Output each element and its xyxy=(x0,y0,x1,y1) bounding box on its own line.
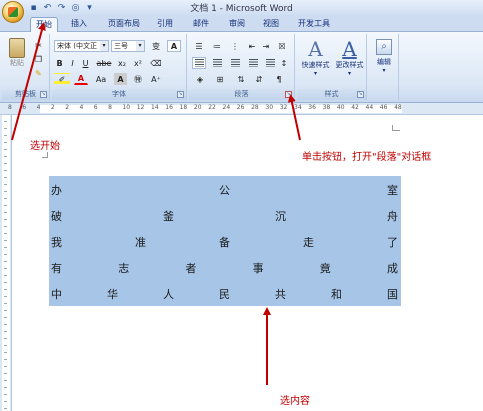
arrow-to-paragraph-launcher xyxy=(287,94,301,141)
office-button[interactable] xyxy=(2,1,24,23)
office-logo-icon xyxy=(8,7,18,17)
annotation-select-content: 选内容 xyxy=(280,396,310,407)
annotation-arrows xyxy=(11,22,301,385)
arrow-to-home-tab xyxy=(11,22,46,141)
annotation-click-button: 单击按钮，打开"段落"对话框 xyxy=(302,152,432,163)
annotation-select-start: 选开始 xyxy=(30,141,60,152)
